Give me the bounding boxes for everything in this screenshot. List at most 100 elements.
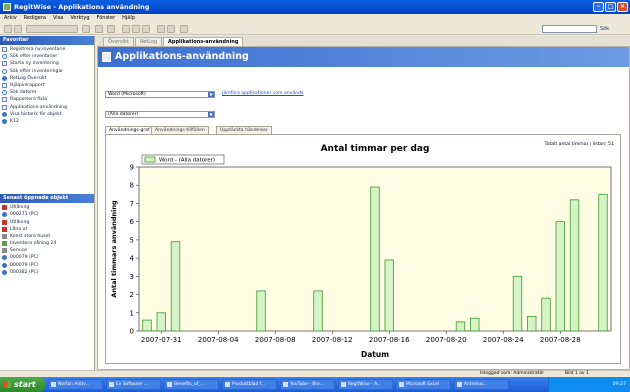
- y-tick-label: 7: [130, 200, 134, 208]
- page-title: Applikations-användning: [115, 51, 249, 62]
- maximize-button[interactable]: □: [605, 2, 616, 12]
- document-icon: [102, 52, 111, 62]
- search-icon: [2, 68, 7, 74]
- start-button[interactable]: start: [0, 377, 45, 392]
- y-axis-label: Antal timmars användning: [110, 200, 118, 298]
- toolbar-search-input[interactable]: [542, 25, 597, 33]
- recent-item[interactable]: Låna ut: [2, 226, 94, 233]
- chevron-down-icon[interactable]: ▼: [208, 92, 214, 97]
- favorites-item[interactable]: Registrera ny inventarie: [2, 46, 94, 53]
- x-tick-label: 2007-08-28: [540, 336, 581, 344]
- tree-icon[interactable]: [180, 25, 188, 33]
- recent-item[interactable]: Konst stora huset: [2, 233, 94, 240]
- bar: [555, 221, 565, 332]
- tab-anvandnings-graf[interactable]: Användnings-graf: [105, 126, 154, 134]
- recent-item[interactable]: Service: [2, 247, 94, 254]
- red-icon: [2, 205, 7, 211]
- chevron-down-icon[interactable]: ▼: [208, 112, 214, 117]
- favorites-item[interactable]: K12: [2, 118, 94, 125]
- bar: [170, 241, 181, 332]
- doc-icon: [2, 97, 7, 103]
- recent-item[interactable]: Utlåning: [2, 204, 94, 211]
- recent-item[interactable]: 000079 (PC): [2, 262, 94, 269]
- bar: [470, 317, 480, 332]
- menu-verktyg[interactable]: Verktyg: [70, 14, 89, 23]
- recent-header: Senast öppnade objekt: [0, 194, 94, 204]
- taskbar-button[interactable]: YouTube - Bro...: [280, 379, 335, 390]
- taskbar-button[interactable]: Antivirus...: [454, 379, 509, 390]
- taskbar-button[interactable]: Ex Software ...: [106, 379, 161, 390]
- recent-item[interactable]: 000079 (PC): [2, 254, 94, 261]
- favorites-item[interactable]: Rapportera fixla: [2, 96, 94, 103]
- menu-arkiv[interactable]: Arkiv: [4, 14, 17, 23]
- recent-item[interactable]: Inventera våning 24: [2, 240, 94, 247]
- taskbar-button[interactable]: Produktblad f...: [222, 379, 277, 390]
- favorites-item[interactable]: Applikations-användning: [2, 104, 94, 111]
- taskbar-button[interactable]: Norton Antiv...: [48, 379, 103, 390]
- cut-icon[interactable]: [122, 25, 130, 33]
- favorites-item[interactable]: Hjälpverapport: [2, 82, 94, 89]
- bar: [455, 321, 466, 332]
- search-icon: [2, 90, 7, 96]
- menu-visa[interactable]: Visa: [53, 14, 63, 23]
- taskbar-button[interactable]: Benefits_of_...: [164, 379, 219, 390]
- taskbar-button[interactable]: Microsoft Excel: [396, 379, 451, 390]
- menu-bar: Arkiv Redigera Visa Verktyg Fönster Hjäl…: [0, 14, 630, 23]
- recent-item-label: 000079 (PC): [10, 262, 39, 268]
- x-tick-label: 2007-08-24: [483, 336, 524, 344]
- bar: [313, 290, 323, 332]
- paste-icon[interactable]: [142, 25, 150, 33]
- minimize-button[interactable]: –: [593, 2, 604, 12]
- grid-icon[interactable]: [167, 25, 175, 33]
- recent-item-label: Låna ut: [10, 226, 28, 232]
- tab-retlog[interactable]: RetLog: [135, 37, 163, 46]
- open-icon[interactable]: [14, 25, 22, 33]
- recent-item[interactable]: 000271 (PC): [2, 211, 94, 218]
- menu-fonster[interactable]: Fönster: [97, 14, 116, 23]
- favorites-item[interactable]: Sök efter inventarier: [2, 53, 94, 60]
- y-tick-label: 3: [130, 273, 134, 281]
- save-icon[interactable]: [82, 25, 90, 33]
- sidebar: Favoriter Registrera ny inventarie Sök ef…: [0, 36, 95, 370]
- favorites-item-label: Sök efter inventeringar: [10, 68, 64, 74]
- tab-upptackta-handelser[interactable]: Upptäckta händelser: [216, 126, 272, 134]
- x-tick-label: 2007-08-04: [198, 336, 239, 344]
- chart-container: Antal timmar per dag Totalt antal timmar …: [105, 134, 621, 364]
- menu-hjalp[interactable]: Hjälp: [122, 14, 135, 23]
- tab-oversikt[interactable]: Översikt: [103, 37, 134, 46]
- toolbar-group[interactable]: [26, 25, 78, 33]
- menu-redigera[interactable]: Redigera: [24, 14, 46, 23]
- tab-applikations-anvandning[interactable]: Applikations-användning: [163, 37, 244, 46]
- computer-select[interactable]: (Alla datorer) ▼: [105, 111, 215, 118]
- recent-item[interactable]: Utlåning: [2, 218, 94, 225]
- recent-item[interactable]: 000382 (PC): [2, 269, 94, 276]
- toolbar-search-button[interactable]: Sök: [600, 25, 609, 33]
- search-icon[interactable]: [95, 25, 103, 33]
- gray-icon: [2, 233, 7, 239]
- tab-anvandnings-tillfallen[interactable]: Användnings-tillfällen: [151, 126, 209, 134]
- favorites-item[interactable]: RetLog Översikt: [2, 75, 94, 82]
- favorites-item[interactable]: Sök datorer: [2, 89, 94, 96]
- bar: [256, 290, 266, 332]
- bar: [512, 275, 523, 332]
- favorites-item-label: RetLog Översikt: [10, 75, 47, 81]
- favorites-item-label: Applikations-användning: [10, 104, 67, 110]
- copy-icon[interactable]: [132, 25, 140, 33]
- back-icon[interactable]: [107, 25, 115, 33]
- recent-item-label: Konst stora huset: [10, 233, 51, 239]
- compare-apps-link[interactable]: Jämföra applikationer som används: [222, 91, 303, 96]
- bar: [527, 316, 537, 332]
- close-button[interactable]: ×: [617, 2, 628, 12]
- search-icon: [2, 54, 7, 60]
- new-icon[interactable]: [4, 25, 12, 33]
- windows-flag-icon: [4, 381, 11, 388]
- taskbar-button[interactable]: RegitWise - A...: [338, 379, 393, 390]
- computer-select-value: (Alla datorer): [108, 112, 139, 117]
- favorites-item[interactable]: Visa historik för objekt: [2, 111, 94, 118]
- favorites-item[interactable]: Sök efter inventeringar: [2, 68, 94, 75]
- print-icon[interactable]: [157, 25, 165, 33]
- y-tick-label: 2: [130, 291, 134, 299]
- favorites-item[interactable]: Starta ny inventering: [2, 60, 94, 67]
- software-select[interactable]: Word (Microsoft) ▼: [105, 91, 215, 98]
- taskbar-items: Norton Antiv... Ex Software ... Benefits_o…: [45, 379, 509, 390]
